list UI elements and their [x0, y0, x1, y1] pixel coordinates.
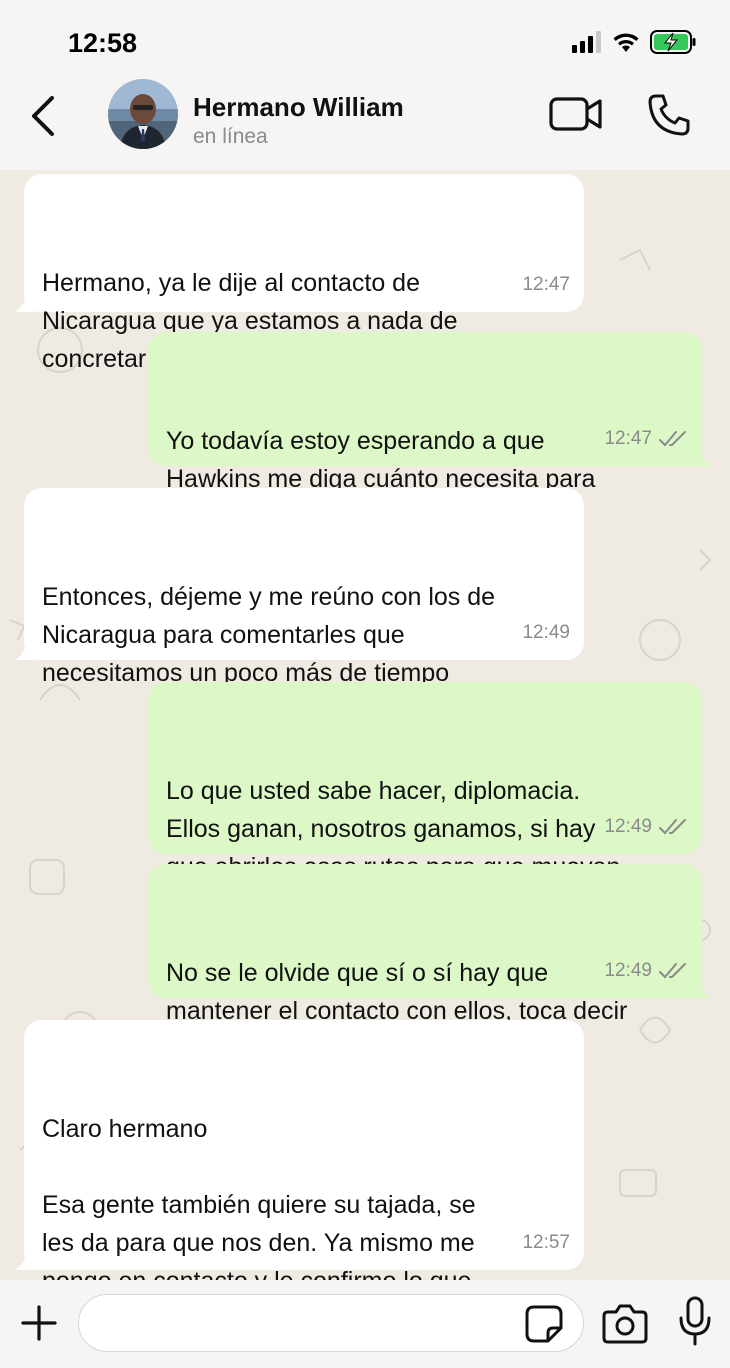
video-call-button[interactable]: [548, 94, 604, 134]
message-time: 12:57: [522, 1232, 570, 1253]
message-meta: 12:47: [522, 266, 570, 304]
signal-icon: [572, 31, 601, 53]
message-time: 12:47: [604, 428, 652, 449]
camera-icon: [602, 1304, 648, 1344]
battery-charging-icon: [650, 30, 696, 54]
back-button[interactable]: [24, 92, 68, 140]
message-bubble-outgoing[interactable]: No se le olvide que sí o sí hay que mant…: [148, 864, 712, 1063]
chat-area[interactable]: Hermano, ya le dije al contacto de Nicar…: [0, 170, 730, 1280]
double-check-icon: [659, 819, 686, 835]
message-meta: 12:47: [604, 420, 688, 458]
bubble-tail: [690, 980, 712, 998]
message-meta: 12:49: [604, 952, 688, 990]
message-meta: 12:49: [522, 614, 570, 652]
microphone-icon: [679, 1296, 711, 1346]
message-bubble-incoming[interactable]: Entonces, déjeme y me reúno con los de N…: [14, 488, 584, 687]
message-meta: 12:57: [522, 1224, 570, 1262]
status-icons: [572, 30, 696, 54]
double-check-icon: [659, 963, 686, 979]
message-bubble-outgoing[interactable]: Yo todavía estoy esperando a que Hawkins…: [148, 332, 712, 531]
sticker-icon: [525, 1305, 563, 1343]
bubble-tail: [14, 294, 36, 312]
contact-name[interactable]: Hermano William: [193, 92, 404, 123]
bubble-tail: [14, 642, 36, 660]
avatar[interactable]: [108, 79, 178, 149]
message-bubble-incoming[interactable]: Claro hermano Esa gente también quiere s…: [14, 1020, 584, 1280]
plus-icon: [21, 1305, 57, 1341]
wifi-icon: [613, 33, 639, 52]
message-bubble-incoming[interactable]: Hermano, ya le dije al contacto de Nicar…: [14, 174, 584, 373]
contact-status: en línea: [193, 125, 268, 148]
message-text: Claro hermano Esa gente también quiere s…: [42, 1115, 476, 1280]
chevron-left-icon: [32, 96, 54, 136]
message-time: 12:47: [522, 274, 570, 295]
voice-call-button[interactable]: [646, 92, 692, 138]
avatar-photo: [108, 79, 178, 149]
message-text: Entonces, déjeme y me reúno con los de N…: [42, 583, 496, 687]
status-bar: 12:58: [0, 0, 730, 82]
sticker-button[interactable]: [524, 1304, 564, 1344]
camera-button[interactable]: [602, 1302, 648, 1344]
message-meta: 12:49: [604, 808, 688, 846]
bubble-tail: [690, 448, 712, 466]
message-time: 12:49: [604, 816, 652, 837]
input-bar: [0, 1280, 730, 1368]
message-time: 12:49: [522, 622, 570, 643]
chat-header: Hermano William en línea: [0, 79, 730, 171]
double-check-icon: [659, 431, 686, 447]
phone-icon: [648, 94, 690, 136]
microphone-button[interactable]: [678, 1296, 712, 1348]
message-input[interactable]: [78, 1294, 584, 1352]
status-time: 12:58: [68, 28, 138, 58]
message-bubble-outgoing[interactable]: Lo que usted sabe hacer, diplomacia. Ell…: [148, 682, 702, 919]
message-time: 12:49: [604, 960, 652, 981]
bubble-tail: [14, 1252, 36, 1270]
attach-button[interactable]: [20, 1304, 58, 1342]
video-camera-icon: [549, 97, 602, 131]
